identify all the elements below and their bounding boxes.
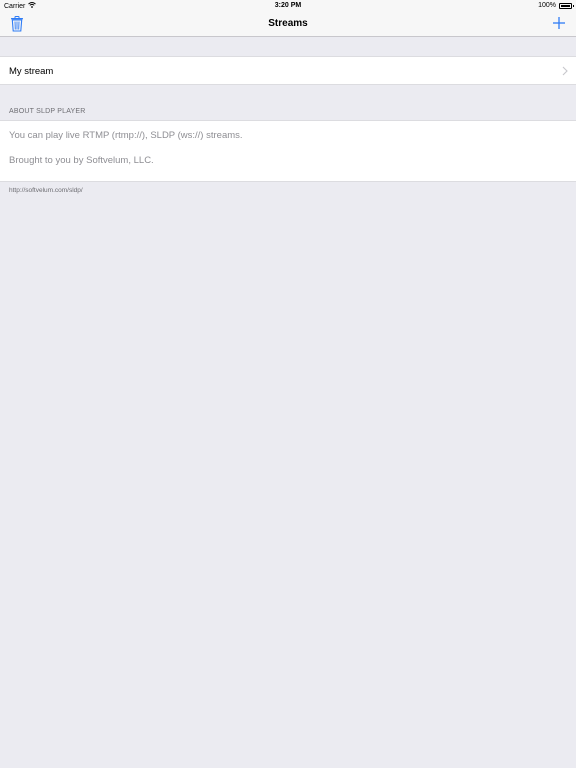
plus-icon [553, 17, 565, 29]
screen: Carrier 3:20 PM 100% Streams My stream A… [0, 0, 576, 768]
battery-percent: 100% [538, 2, 556, 9]
about-box: You can play live RTMP (rtmp://), SLDP (… [0, 120, 576, 182]
status-bar: Carrier 3:20 PM 100% [0, 0, 576, 12]
list-item[interactable]: My stream [0, 56, 576, 85]
status-battery-group: 100% [538, 2, 574, 9]
navigation-bar: Streams [0, 12, 576, 37]
battery-icon [559, 2, 574, 9]
about-text-line: You can play live RTMP (rtmp://), SLDP (… [9, 130, 243, 141]
section-header-about: ABOUT SLDP PLAYER [9, 108, 86, 115]
website-link[interactable]: http://softvelum.com/sldp/ [9, 187, 83, 194]
stream-label: My stream [9, 66, 54, 77]
page-title: Streams [268, 18, 308, 29]
add-stream-button[interactable] [552, 16, 566, 30]
battery-fill [561, 4, 570, 7]
about-text-line: Brought to you by Softvelum, LLC. [9, 155, 154, 166]
status-time: 3:20 PM [274, 2, 302, 9]
chevron-right-icon [562, 66, 568, 76]
